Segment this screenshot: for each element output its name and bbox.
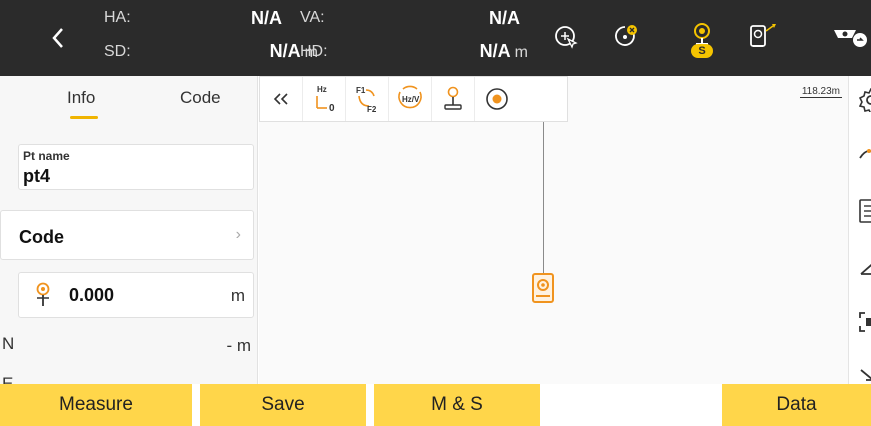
center-frame-icon	[859, 312, 871, 332]
hz-zero-button[interactable]: Hz 0	[303, 77, 346, 121]
line-button[interactable]	[849, 248, 871, 288]
prism-constant-button[interactable]	[604, 14, 648, 60]
list-button[interactable]	[849, 192, 871, 232]
ha-value: N/A	[251, 8, 282, 28]
line-icon	[860, 264, 871, 275]
arrow-button[interactable]	[849, 360, 871, 384]
sd-value: N/A	[269, 41, 301, 61]
hd-value: N/A	[479, 41, 511, 61]
instrument-connect-button[interactable]	[828, 14, 871, 60]
face-switch-icon: F1 F2	[356, 86, 377, 114]
instrument-connect-icon	[834, 30, 867, 47]
coord-label-n: N	[2, 334, 15, 353]
target-height-unit: m	[230, 286, 245, 305]
arrow-icon	[860, 369, 871, 381]
code-label: Code	[19, 227, 64, 247]
laser-instrument-icon	[750, 24, 776, 47]
hz-zero-icon: Hz 0	[316, 85, 335, 114]
back-arrow-icon	[52, 28, 63, 48]
measure-button[interactable]: Measure	[0, 384, 192, 426]
arc-button[interactable]	[849, 136, 871, 176]
hd-unit: m	[514, 44, 528, 61]
settings-button[interactable]	[849, 80, 871, 120]
chevron-right-icon: ›	[235, 226, 241, 243]
map-toolbar: Hz 0 F1 F2 Hz/V	[259, 76, 568, 122]
hz-v-button[interactable]: Hz/V	[389, 77, 432, 121]
panel-tabs: Info Code	[0, 76, 257, 128]
target-height-field[interactable]: 0.000 m	[18, 272, 254, 318]
pt-name-field[interactable]: Pt name pt4	[18, 144, 254, 190]
list-icon	[859, 199, 871, 223]
prism-target-button[interactable]: S	[680, 14, 724, 60]
action-bar: Measure Save M & S Data	[0, 384, 871, 426]
point-info-panel: Info Code Pt name pt4 Code › 0.000 m N -…	[0, 76, 258, 384]
hz-zero-zero-text: 0	[329, 103, 335, 114]
active-tab-indicator	[70, 116, 98, 119]
va-value: N/A	[489, 8, 520, 28]
target-type-badge: S	[691, 44, 713, 58]
map-scale-label: 118.23m	[799, 86, 842, 98]
point-marker-icon	[444, 86, 462, 110]
target-pointer-button[interactable]	[544, 14, 588, 60]
prism-constant-icon	[615, 25, 637, 46]
ha-label: HA:	[104, 9, 131, 26]
hz-zero-hz-text: Hz	[317, 85, 327, 94]
tab-info[interactable]: Info	[67, 88, 95, 108]
va-label: VA:	[300, 9, 325, 26]
hd-label: HD:	[300, 43, 328, 60]
target-height-icon	[36, 282, 50, 306]
face-switch-button[interactable]: F1 F2	[346, 77, 389, 121]
sight-line	[543, 122, 544, 282]
collapse-icon	[273, 93, 288, 105]
coord-value-n: - m	[226, 336, 251, 355]
code-field[interactable]: Code ›	[0, 210, 254, 260]
prism-icon	[485, 88, 508, 110]
face-switch-f1-text: F1	[356, 86, 366, 95]
sd-label: SD:	[104, 43, 131, 60]
data-button[interactable]: Data	[722, 384, 871, 426]
target-pointer-icon	[555, 26, 578, 49]
laser-instrument-button[interactable]	[740, 14, 784, 60]
pt-name-value: pt4	[23, 166, 50, 186]
prism-button[interactable]	[475, 77, 518, 121]
settings-icon	[859, 88, 871, 112]
status-bar: HA: SD: N/A N/A m VA: HD: N/A N/A m S	[0, 0, 871, 76]
hz-v-text: Hz/V	[402, 95, 420, 104]
measure-and-save-button[interactable]: M & S	[374, 384, 540, 426]
collapse-toolbar-button[interactable]	[260, 77, 303, 121]
coord-label-e: E	[2, 374, 14, 384]
right-tool-strip	[848, 76, 871, 384]
arc-icon	[859, 149, 871, 159]
save-button[interactable]: Save	[200, 384, 366, 426]
center-frame-button[interactable]	[849, 304, 871, 344]
pt-name-label: Pt name	[23, 149, 70, 163]
face-switch-f2-text: F2	[367, 105, 377, 114]
hz-v-icon: Hz/V	[398, 85, 422, 109]
total-station-marker-icon[interactable]	[531, 272, 555, 306]
survey-map[interactable]: Hz 0 F1 F2 Hz/V 118.23m	[259, 76, 848, 384]
tab-code[interactable]: Code	[180, 88, 221, 108]
target-height-value: 0.000	[69, 285, 115, 305]
hd-reading: N/A m	[420, 41, 528, 62]
back-button[interactable]	[38, 18, 78, 58]
point-marker-button[interactable]	[432, 77, 475, 121]
